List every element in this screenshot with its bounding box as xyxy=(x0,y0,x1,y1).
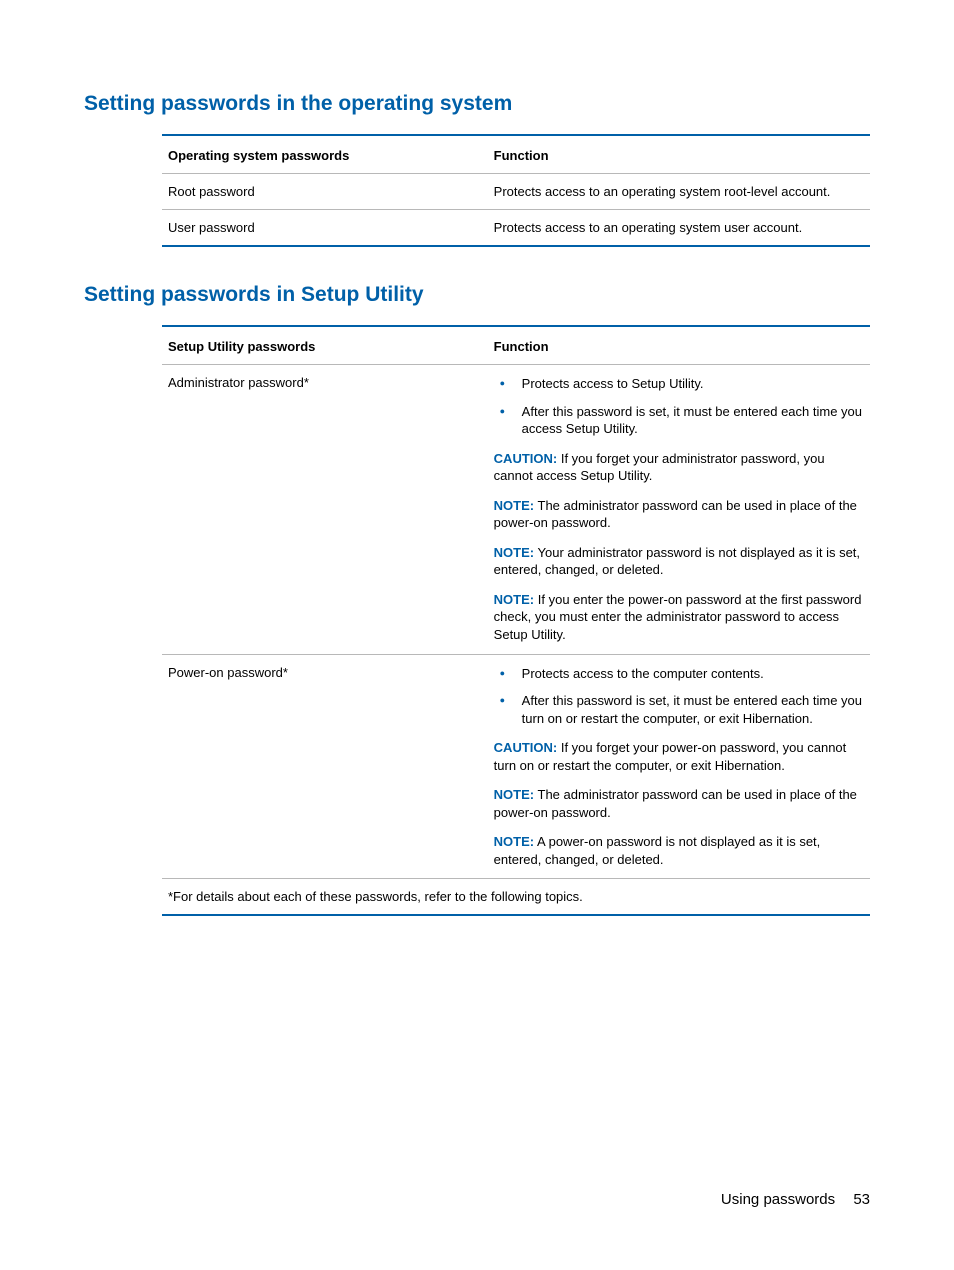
cell-function: Protects access to an operating system r… xyxy=(488,174,870,210)
table-row: Power-on password* Protects access to th… xyxy=(162,654,870,879)
table-row: Root password Protects access to an oper… xyxy=(162,174,870,210)
bullet-item: After this password is set, it must be e… xyxy=(494,692,864,727)
cell-name: Power-on password* xyxy=(162,654,488,879)
table-header: Setup Utility passwords xyxy=(162,326,488,365)
cell-name: User password xyxy=(162,210,488,247)
table-os-passwords: Operating system passwords Function Root… xyxy=(162,134,870,247)
table-header: Function xyxy=(488,135,870,174)
note-text: The administrator password can be used i… xyxy=(494,787,857,820)
table-footnote: *For details about each of these passwor… xyxy=(162,879,870,916)
cell-function: Protects access to the computer contents… xyxy=(488,654,870,879)
note-tag: NOTE: xyxy=(494,787,534,802)
cell-name: Root password xyxy=(162,174,488,210)
note-tag: NOTE: xyxy=(494,592,534,607)
heading-setup-utility-passwords: Setting passwords in Setup Utility xyxy=(84,283,870,307)
bullet-item: Protects access to the computer contents… xyxy=(494,665,864,683)
table-header: Function xyxy=(488,326,870,365)
footer-label: Using passwords xyxy=(721,1191,835,1208)
cell-name: Administrator password* xyxy=(162,365,488,655)
note-block: NOTE: The administrator password can be … xyxy=(494,786,864,821)
note-tag: NOTE: xyxy=(494,498,534,513)
note-text: Your administrator password is not displ… xyxy=(494,545,860,578)
cell-function: Protects access to an operating system u… xyxy=(488,210,870,247)
note-block: NOTE: Your administrator password is not… xyxy=(494,544,864,579)
note-tag: NOTE: xyxy=(494,834,534,849)
bullet-item: After this password is set, it must be e… xyxy=(494,403,864,438)
note-block: NOTE: If you enter the power-on password… xyxy=(494,591,864,644)
table-row: User password Protects access to an oper… xyxy=(162,210,870,247)
caution-tag: CAUTION: xyxy=(494,740,558,755)
table-header: Operating system passwords xyxy=(162,135,488,174)
table-row: Administrator password* Protects access … xyxy=(162,365,870,655)
note-block: NOTE: The administrator password can be … xyxy=(494,497,864,532)
note-text: The administrator password can be used i… xyxy=(494,498,857,531)
cell-function: Protects access to Setup Utility. After … xyxy=(488,365,870,655)
page-number: 53 xyxy=(853,1191,870,1208)
note-tag: NOTE: xyxy=(494,545,534,560)
caution-tag: CAUTION: xyxy=(494,451,558,466)
note-text: If you enter the power-on password at th… xyxy=(494,592,862,642)
caution-block: CAUTION: If you forget your power-on pas… xyxy=(494,739,864,774)
caution-block: CAUTION: If you forget your administrato… xyxy=(494,450,864,485)
table-setup-utility-passwords: Setup Utility passwords Function Adminis… xyxy=(162,325,870,916)
note-text: A power-on password is not displayed as … xyxy=(494,834,821,867)
bullet-item: Protects access to Setup Utility. xyxy=(494,375,864,393)
page-footer: Using passwords 53 xyxy=(721,1191,870,1208)
heading-os-passwords: Setting passwords in the operating syste… xyxy=(84,92,870,116)
note-block: NOTE: A power-on password is not display… xyxy=(494,833,864,868)
